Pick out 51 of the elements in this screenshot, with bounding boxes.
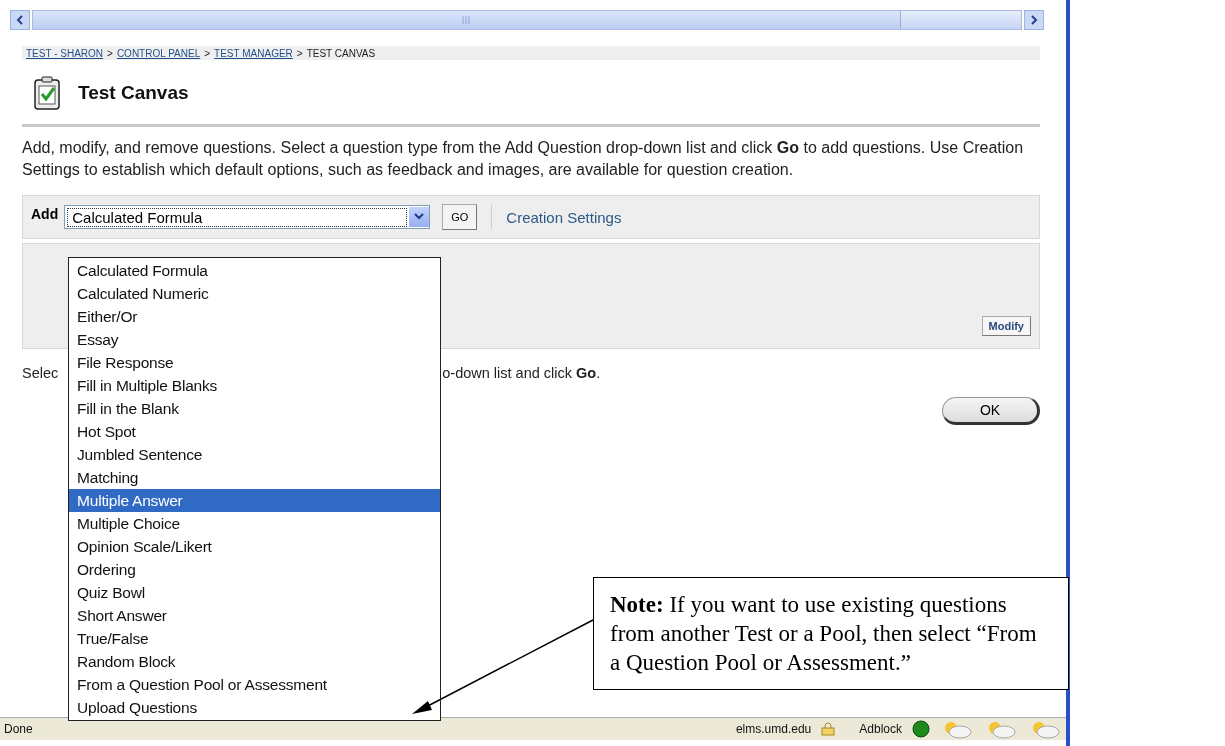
creation-settings-link[interactable]: Creation Settings xyxy=(506,208,622,226)
horizontal-scrollbar[interactable] xyxy=(32,10,1022,30)
breadcrumb-separator: > xyxy=(204,47,211,59)
dropdown-option[interactable]: Essay xyxy=(69,328,440,351)
chevron-right-icon xyxy=(1030,15,1038,25)
adblock-text: Adblock xyxy=(859,722,902,736)
dropdown-option[interactable]: Calculated Formula xyxy=(69,259,440,282)
dropdown-option[interactable]: Upload Questions xyxy=(69,696,440,719)
domain-text: elms.umd.edu xyxy=(735,722,812,736)
dropdown-option[interactable]: Matching xyxy=(69,466,440,489)
modify-button[interactable]: Modify xyxy=(981,316,1031,336)
scroll-right-button[interactable] xyxy=(1024,10,1044,30)
dropdown-option[interactable]: Jumbled Sentence xyxy=(69,443,440,466)
page-title: Test Canvas xyxy=(78,82,189,104)
scroll-left-button[interactable] xyxy=(10,10,30,30)
dropdown-option[interactable]: File Response xyxy=(69,351,440,374)
grip-icon xyxy=(461,16,472,24)
status-circle-icon xyxy=(912,720,930,738)
clipboard-check-icon xyxy=(34,76,60,110)
breadcrumb-current: TEST CANVAS xyxy=(306,47,376,59)
breadcrumb-link[interactable]: TEST MANAGER xyxy=(214,47,293,59)
dropdown-option[interactable]: True/False xyxy=(69,627,440,650)
dropdown-option[interactable]: Hot Spot xyxy=(69,420,440,443)
dropdown-option[interactable]: Random Block xyxy=(69,650,440,673)
instruction-text: Selec xyxy=(22,365,59,381)
dropdown-option[interactable]: Fill in Multiple Blanks xyxy=(69,374,440,397)
dropdown-option[interactable]: Short Answer xyxy=(69,604,440,627)
breadcrumb-link[interactable]: TEST - SHARON xyxy=(26,47,104,59)
dropdown-option[interactable]: Either/Or xyxy=(69,305,440,328)
question-type-select[interactable]: Calculated Formula xyxy=(64,205,431,229)
add-label: Add xyxy=(31,206,59,222)
dropdown-option[interactable]: Multiple Answer xyxy=(69,489,440,512)
dropdown-option[interactable]: From a Question Pool or Assessment xyxy=(69,673,440,696)
dropdown-option[interactable]: Calculated Numeric xyxy=(69,282,440,305)
breadcrumb-separator: > xyxy=(107,47,113,59)
dropdown-option[interactable]: Opinion Scale/Likert xyxy=(69,535,440,558)
lock-icon xyxy=(821,722,836,736)
chevron-left-icon xyxy=(16,15,24,25)
dropdown-option[interactable]: Multiple Choice xyxy=(69,512,440,535)
dropdown-option[interactable]: Quiz Bowl xyxy=(69,581,440,604)
status-text: Done xyxy=(4,722,33,736)
ok-button[interactable]: OK xyxy=(942,397,1040,425)
instruction-text: o-down list and click Go. xyxy=(442,365,601,381)
chevron-down-icon xyxy=(414,213,425,221)
go-button[interactable]: GO xyxy=(442,204,478,230)
breadcrumb-link[interactable]: CONTROL PANEL xyxy=(116,47,201,59)
intro-text: Add, modify, and remove questions. Select a question type from the Add Question drop-down list and click Go to add questions. Use Creation Settings to establish which default options, such as feedback and images, are available for question creation. xyxy=(22,138,1025,180)
dropdown-option[interactable]: Fill in the Blank xyxy=(69,397,440,420)
breadcrumb-separator: > xyxy=(296,47,303,59)
note-callout: Note: If you want to use existing questions from another Test or a Pool, then select “From a Question Pool or Assessment.” xyxy=(593,577,1069,690)
dropdown-option[interactable]: Ordering xyxy=(69,558,440,581)
